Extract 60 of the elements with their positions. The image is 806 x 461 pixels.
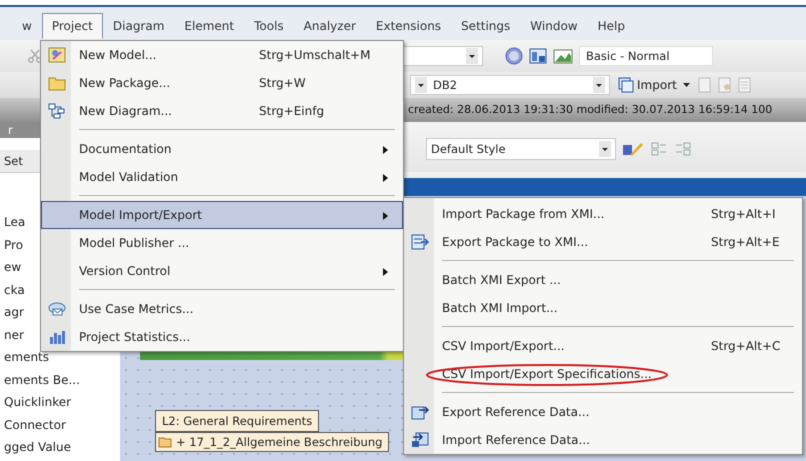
menu-item[interactable]: Version Control bbox=[41, 257, 403, 285]
export-icon bbox=[411, 404, 429, 420]
caret-icon bbox=[682, 82, 690, 88]
diagram-icon bbox=[48, 103, 66, 119]
export-document-icon bbox=[411, 234, 429, 250]
menu-item[interactable]: Model Import/Export bbox=[41, 201, 403, 229]
menu-item[interactable]: Model Publisher ... bbox=[41, 229, 403, 257]
help-icon[interactable] bbox=[505, 47, 523, 65]
menu-item[interactable]: Use Case Metrics... bbox=[41, 295, 403, 323]
menu-bar-item[interactable]: Window bbox=[520, 13, 588, 39]
shortcut-text: Strg+Alt+E bbox=[711, 235, 780, 249]
shortcut-text: Strg+Alt+C bbox=[711, 339, 780, 353]
style-combo[interactable]: Default Style bbox=[426, 138, 616, 160]
folder-icon bbox=[158, 436, 172, 448]
menu-item[interactable]: Model Validation bbox=[41, 163, 403, 191]
menu-item[interactable]: Documentation bbox=[41, 135, 403, 163]
toolbox-item[interactable]: Quicklinker bbox=[0, 391, 120, 414]
menu-item[interactable]: Batch XMI Export ... bbox=[404, 266, 802, 294]
toolbox-item[interactable]: gged Value bbox=[0, 436, 120, 458]
folder-icon bbox=[48, 75, 66, 91]
model-info-text: created: 28.06.2013 19:31:30 modified: 30.07.2013 16:59:14 100 bbox=[408, 103, 772, 116]
import-button[interactable]: Import bbox=[616, 77, 692, 93]
menu-item[interactable]: Batch XMI Import... bbox=[404, 294, 802, 322]
picture-icon[interactable] bbox=[553, 48, 573, 64]
menu-item[interactable]: New Model... Strg+Umschalt+M bbox=[41, 41, 403, 69]
model-icon bbox=[48, 47, 66, 63]
frame-title: L2: General Requirements bbox=[155, 410, 320, 432]
bar-chart-icon bbox=[48, 329, 66, 345]
menu-item[interactable]: Project Statistics... bbox=[41, 323, 403, 351]
scissors-icon[interactable] bbox=[28, 49, 42, 63]
pen-icon[interactable] bbox=[622, 141, 644, 157]
menu-bar-item[interactable]: Diagram bbox=[102, 13, 174, 39]
menu-item[interactable]: Import Reference Data... bbox=[404, 426, 802, 454]
window-layout-icon[interactable] bbox=[529, 48, 547, 64]
toolbox-item[interactable]: ements Be... bbox=[0, 368, 120, 391]
menu-item[interactable]: CSV Import/Export... Strg+Alt+C bbox=[404, 332, 802, 360]
menu-bar-item[interactable]: Analyzer bbox=[294, 13, 366, 39]
cloud-icon bbox=[48, 301, 66, 317]
menu-item[interactable]: New Package... Strg+W bbox=[41, 69, 403, 97]
menu-item[interactable]: New Diagram... Strg+Einfg bbox=[41, 97, 403, 125]
import-icon bbox=[411, 432, 429, 448]
menu-item[interactable]: Export Package to XMI... Strg+Alt+E bbox=[404, 228, 802, 256]
database-combo[interactable]: DB2 bbox=[410, 75, 610, 95]
toolbox-item[interactable]: Connector bbox=[0, 414, 120, 436]
shortcut-text: Strg+Einfg bbox=[259, 104, 324, 118]
perspective-field[interactable]: Basic - Normal bbox=[579, 46, 713, 66]
windows-icon bbox=[618, 77, 634, 93]
shortcut-text: Strg+Umschalt+M bbox=[259, 48, 370, 62]
menu-bar-item[interactable]: Help bbox=[588, 13, 635, 39]
menu-bar-item[interactable]: Extensions bbox=[366, 13, 452, 39]
menu-item[interactable]: Export Reference Data... bbox=[404, 398, 802, 426]
menu-item[interactable]: Import Package from XMI... Strg+Alt+I bbox=[404, 200, 802, 228]
package-element[interactable]: + 17_1_2_Allgemeine Beschreibung bbox=[155, 432, 390, 452]
menu-bar-item[interactable]: Element bbox=[174, 13, 244, 39]
menu-bar-item[interactable]: Project bbox=[42, 13, 103, 39]
shortcut-text: Strg+W bbox=[259, 76, 306, 90]
menu-bar-item[interactable]: Settings bbox=[451, 13, 520, 39]
shortcut-text: Strg+Alt+I bbox=[711, 207, 776, 221]
menu-bar-item[interactable]: w bbox=[12, 13, 42, 39]
menu-bar-item[interactable]: Tools bbox=[244, 13, 294, 39]
